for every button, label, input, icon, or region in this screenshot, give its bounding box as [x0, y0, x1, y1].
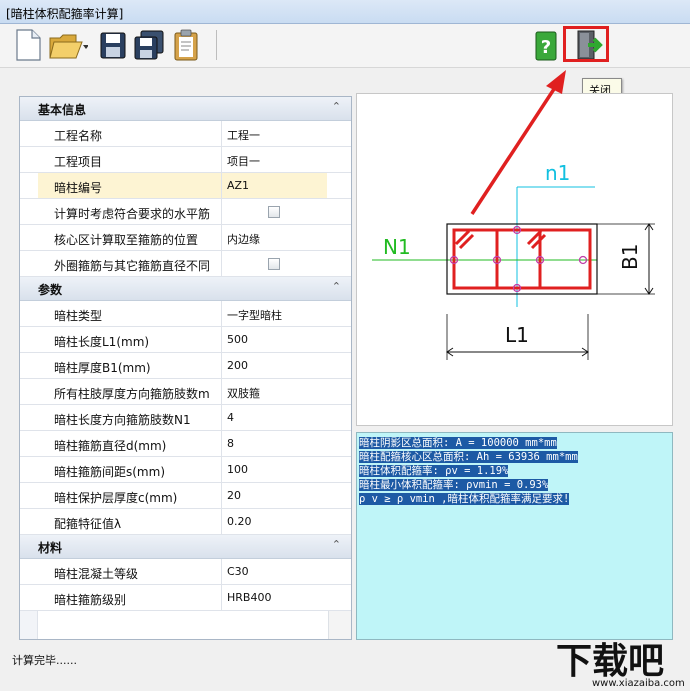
prop-label: 配箍特征值λ: [38, 509, 222, 534]
right-stirrup: [538, 228, 592, 290]
collapse-chevron-icon[interactable]: ⌃: [332, 538, 341, 551]
prop-label: 工程名称: [38, 121, 222, 146]
status-text: 计算完毕......: [12, 654, 77, 667]
prop-label: 所有柱肢厚度方向箍筋肢数m: [38, 379, 222, 404]
watermark-logo: 下载吧 www.xiazaiba.com: [552, 633, 688, 689]
prop-label: 暗柱长度L1(mm): [38, 327, 222, 352]
prop-label: 核心区计算取至箍筋的位置: [38, 225, 222, 250]
prop-row-stirrup-diameter[interactable]: 暗柱箍筋直径d(mm) 8: [20, 431, 351, 457]
prop-row-horizontal-rebar[interactable]: 计算时考虑符合要求的水平筋: [20, 199, 351, 225]
prop-row-stirrup-legs-n1[interactable]: 暗柱长度方向箍筋肢数N1 4: [20, 405, 351, 431]
prop-label: 暗柱类型: [38, 301, 222, 326]
label-N1: N1: [383, 235, 411, 259]
result-line: 暗柱阴影区总面积: A = 100000 mm*mm: [359, 437, 557, 449]
collapse-chevron-icon[interactable]: ⌃: [332, 100, 341, 113]
category-basic-info[interactable]: 基本信息 ⌃: [20, 97, 351, 121]
outer-stirrup: [452, 228, 592, 290]
category-parameters[interactable]: 参数 ⌃: [20, 277, 351, 301]
prop-value[interactable]: 一字型暗柱: [222, 301, 327, 326]
prop-row-stirrup-spacing[interactable]: 暗柱箍筋间距s(mm) 100: [20, 457, 351, 483]
section-outline: [446, 223, 598, 295]
save-all-icon[interactable]: [132, 28, 166, 62]
prop-value[interactable]: C30: [222, 559, 327, 584]
prop-value[interactable]: 200: [222, 353, 327, 378]
prop-label: 暗柱保护层厚度c(mm): [38, 483, 222, 508]
prop-value[interactable]: 4: [222, 405, 327, 430]
property-grid: 基本信息 ⌃ 工程名称 工程一 工程项目 项目一 暗柱编号 AZ1 计算时考虑符…: [19, 96, 352, 640]
new-file-icon[interactable]: [12, 28, 44, 62]
prop-value[interactable]: 项目一: [222, 147, 327, 172]
prop-row-stirrup-grade[interactable]: 暗柱箍筋级别 HRB400: [20, 585, 351, 611]
window-title: [暗柱体积配箍率计算]: [6, 7, 124, 21]
prop-row-concrete-grade[interactable]: 暗柱混凝土等级 C30: [20, 559, 351, 585]
hook-left: [454, 229, 475, 250]
prop-row-column-type[interactable]: 暗柱类型 一字型暗柱: [20, 301, 351, 327]
prop-label: 暗柱箍筋级别: [38, 585, 222, 610]
result-line: ρ v ≥ ρ vmin ,暗柱体积配箍率满足要求!: [359, 493, 570, 505]
prop-value[interactable]: 20: [222, 483, 327, 508]
clipboard-icon[interactable]: [172, 28, 200, 62]
horizontal-rebar-checkbox[interactable]: [268, 206, 280, 218]
prop-label: 外圈箍筋与其它箍筋直径不同: [38, 251, 222, 276]
toolbar-separator: [216, 30, 217, 60]
collapse-chevron-icon[interactable]: ⌃: [332, 280, 341, 293]
result-line: 暗柱最小体积配箍率: ρvmin = 0.93%: [359, 479, 549, 491]
prop-row-stirrup-legs-m[interactable]: 所有柱肢厚度方向箍筋肢数m 双肢箍: [20, 379, 351, 405]
watermark-url: www.xiazaiba.com: [592, 678, 685, 689]
prop-row-project-item[interactable]: 工程项目 项目一: [20, 147, 351, 173]
prop-label: 工程项目: [38, 147, 222, 172]
title-bar: [暗柱体积配箍率计算]: [0, 0, 690, 24]
section-diagram: n1 N1 B1 L1: [356, 93, 673, 426]
prop-label: 暗柱混凝土等级: [38, 559, 222, 584]
category-label: 基本信息: [38, 103, 87, 117]
prop-value[interactable]: HRB400: [222, 585, 327, 610]
prop-row-stirrup-index[interactable]: 配箍特征值λ 0.20: [20, 509, 351, 535]
prop-row-cover-thickness[interactable]: 暗柱保护层厚度c(mm) 20: [20, 483, 351, 509]
label-B1: B1: [618, 244, 642, 270]
prop-value[interactable]: 100: [222, 457, 327, 482]
prop-label: 暗柱箍筋间距s(mm): [38, 457, 222, 482]
watermark-text: 下载吧: [556, 641, 664, 682]
prop-value[interactable]: 500: [222, 327, 327, 352]
prop-label: 暗柱长度方向箍筋肢数N1: [38, 405, 222, 430]
open-folder-icon[interactable]: [48, 28, 88, 62]
results-output: 暗柱阴影区总面积: A = 100000 mm*mm 暗柱配箍核心区总面积: A…: [356, 432, 673, 640]
prop-row-thickness-b1[interactable]: 暗柱厚度B1(mm) 200: [20, 353, 351, 379]
prop-value[interactable]: 工程一: [222, 121, 327, 146]
section-drawing: n1 N1 B1 L1: [372, 161, 655, 360]
label-n1: n1: [545, 161, 570, 185]
prop-value[interactable]: AZ1: [222, 173, 327, 198]
category-label: 材料: [38, 541, 63, 555]
prop-row-length-l1[interactable]: 暗柱长度L1(mm) 500: [20, 327, 351, 353]
prop-label: 暗柱厚度B1(mm): [38, 353, 222, 378]
prop-label: 暗柱箍筋直径d(mm): [38, 431, 222, 456]
category-label: 参数: [38, 283, 63, 297]
prop-value[interactable]: 内边缘: [222, 225, 327, 250]
prop-row-column-id[interactable]: 暗柱编号 AZ1: [20, 173, 351, 199]
svg-text:?: ?: [541, 37, 551, 58]
help-icon[interactable]: ?: [534, 28, 558, 62]
save-icon[interactable]: [98, 28, 128, 62]
prop-value[interactable]: 双肢箍: [222, 379, 327, 404]
label-L1: L1: [505, 323, 529, 347]
result-line: 暗柱体积配箍率: ρv = 1.19%: [359, 465, 509, 477]
prop-label: 暗柱编号: [38, 173, 222, 198]
exit-button-highlight: [563, 26, 609, 62]
prop-row-core-position[interactable]: 核心区计算取至箍筋的位置 内边缘: [20, 225, 351, 251]
prop-value[interactable]: 0.20: [222, 509, 327, 534]
outer-stirrup-checkbox[interactable]: [268, 258, 280, 270]
category-material[interactable]: 材料 ⌃: [20, 535, 351, 559]
hook-right: [526, 229, 547, 250]
prop-row-outer-stirrup-diameter[interactable]: 外圈箍筋与其它箍筋直径不同: [20, 251, 351, 277]
result-line: 暗柱配箍核心区总面积: Ah = 63936 mm*mm: [359, 451, 578, 463]
prop-label: 计算时考虑符合要求的水平筋: [38, 199, 222, 224]
prop-row-project-name[interactable]: 工程名称 工程一: [20, 121, 351, 147]
prop-value[interactable]: 8: [222, 431, 327, 456]
